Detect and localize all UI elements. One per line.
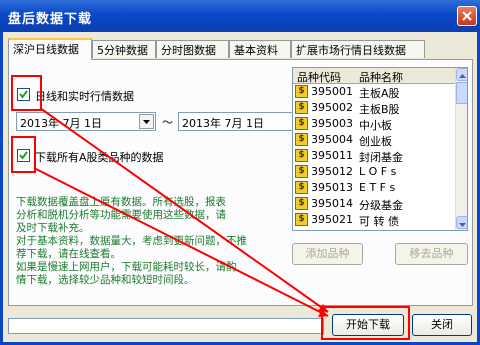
tab-daily-data[interactable]: 深沪日线数据 <box>8 38 92 60</box>
tab-label: 深沪日线数据 <box>13 43 79 56</box>
